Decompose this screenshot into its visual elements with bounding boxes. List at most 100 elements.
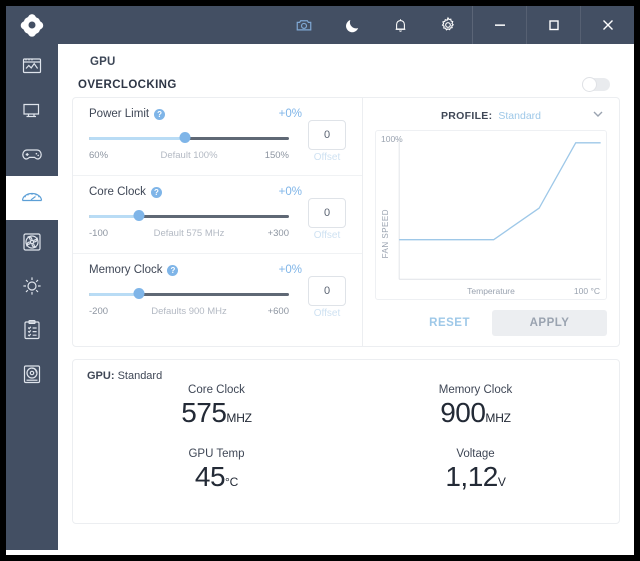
sidebar-item-fan[interactable] <box>6 220 58 264</box>
offset-input[interactable]: 0 <box>308 276 346 306</box>
slider-max-label: +300 <box>267 228 289 239</box>
offset-caption: Offset <box>313 152 341 163</box>
slider-header: Power Limit ? +0% <box>89 108 346 120</box>
stats-header: GPU: Standard <box>87 370 605 382</box>
slider-thumb[interactable] <box>179 132 191 143</box>
slider-default-label: Defaults 900 MHz <box>151 306 227 317</box>
stat-core-clock: Core Clock 575MHZ <box>87 384 346 448</box>
slider-thumb[interactable] <box>133 288 145 299</box>
slider-max-label: +600 <box>267 306 289 317</box>
chart-y-axis-label: FAN SPEED <box>381 209 390 259</box>
stats-grid: Core Clock 575MHZ Memory Clock 900MHZ GP… <box>87 384 605 512</box>
window-controls <box>473 6 634 44</box>
slider-label: Core Clock <box>89 186 146 198</box>
overclocking-toggle[interactable] <box>582 76 610 92</box>
title-bar <box>6 6 634 44</box>
sidebar-item-dashboard[interactable] <box>6 44 58 88</box>
fan-curve-svg <box>398 138 601 280</box>
stat-number: 900 <box>440 397 486 428</box>
slider-row-power-limit: Power Limit ? +0% 60% Default 100% 150% <box>73 98 362 176</box>
sliders-column: Power Limit ? +0% 60% Default 100% 150% <box>73 98 363 346</box>
slider-thumb[interactable] <box>133 210 145 221</box>
stat-value: 575MHZ <box>87 397 346 429</box>
slider-default-label: Default 100% <box>160 150 218 161</box>
apply-button[interactable]: APPLY <box>492 310 607 336</box>
slider-header: Core Clock ? +0% <box>89 186 346 198</box>
help-icon[interactable]: ? <box>150 186 162 198</box>
stat-number: 575 <box>181 397 227 428</box>
report-chart-icon <box>22 58 42 74</box>
stat-unit: MHZ <box>226 411 252 425</box>
slider-label: Memory Clock <box>89 264 163 276</box>
slider-header: Memory Clock ? +0% <box>89 264 346 276</box>
monitor-icon <box>23 103 40 118</box>
screenshot-camera-icon[interactable] <box>280 6 328 44</box>
chart-x-axis-label: Temperature <box>467 286 515 296</box>
stat-unit: °C <box>225 475 239 489</box>
speedometer-icon <box>21 192 43 202</box>
stat-label: Memory Clock <box>438 384 513 396</box>
stat-unit: MHZ <box>485 411 511 425</box>
chevron-down-icon[interactable] <box>591 107 605 126</box>
close-button[interactable] <box>581 6 634 44</box>
offset-input[interactable]: 0 <box>308 198 346 228</box>
sidebar-item-system[interactable] <box>6 88 58 132</box>
offset-input[interactable]: 0 <box>308 120 346 150</box>
help-icon[interactable]: ? <box>167 264 179 276</box>
slider-max-label: 150% <box>264 150 289 161</box>
slider-track-fill <box>89 215 139 218</box>
slider-min-label: -100 <box>89 228 109 239</box>
stat-value: 900MHZ <box>346 397 605 429</box>
notifications-bell-icon[interactable] <box>376 6 424 44</box>
gpu-label: GPU <box>90 56 116 68</box>
stat-label: Core Clock <box>188 384 245 396</box>
sidebar-item-lighting[interactable] <box>6 264 58 308</box>
slider-scale: -200 Defaults 900 MHz +600 <box>89 306 289 319</box>
application-window: GPU OVERCLOCKING Power Limit ? +0% 60% D… <box>6 6 634 555</box>
profile-label: PROFILE: <box>440 110 493 122</box>
stat-voltage: Voltage 1,12V <box>346 448 605 512</box>
minimize-button[interactable] <box>473 6 526 44</box>
slider-track-fill <box>89 137 185 140</box>
chart-y-tick-label: 100% <box>381 134 403 144</box>
stats-header-value: Standard <box>117 370 163 382</box>
stat-number: 45 <box>194 461 226 492</box>
section-title: OVERCLOCKING <box>78 78 177 91</box>
night-mode-moon-icon[interactable] <box>328 6 376 44</box>
reset-button[interactable]: RESET <box>419 311 480 335</box>
slider-min-label: 60% <box>89 150 109 161</box>
chart-x-tick-label: 100 °C <box>573 286 600 296</box>
clipboard-checklist-icon <box>24 319 40 340</box>
fan-profile-column: PROFILE: Standard 100% FAN SPEED Tempera… <box>363 98 619 346</box>
slider-percent: +0% <box>278 108 302 120</box>
overclocking-panel: Power Limit ? +0% 60% Default 100% 150% <box>72 97 620 347</box>
sidebar <box>6 44 58 550</box>
profile-selector[interactable]: PROFILE: Standard <box>375 106 607 126</box>
slider-track-wrap[interactable] <box>89 132 289 146</box>
toggle-knob <box>582 76 597 92</box>
slider-track-wrap[interactable] <box>89 210 289 224</box>
maximize-button[interactable] <box>527 6 580 44</box>
brightness-sun-icon <box>23 277 41 295</box>
help-icon[interactable]: ? <box>154 108 166 120</box>
settings-gear-icon[interactable] <box>424 6 472 44</box>
app-logo <box>6 6 58 44</box>
titlebar-icon-group <box>280 6 472 44</box>
sidebar-item-tasks[interactable] <box>6 308 58 352</box>
stat-memory-clock: Memory Clock 900MHZ <box>346 384 605 448</box>
sidebar-item-games[interactable] <box>6 132 58 176</box>
chart-action-buttons: RESET APPLY <box>375 306 607 346</box>
stat-label: GPU Temp <box>188 448 245 460</box>
slider-row-memory-clock: Memory Clock ? +0% -200 Defaults 900 MHz… <box>73 254 362 332</box>
offset-caption: Offset <box>313 230 341 241</box>
fan-icon <box>23 233 41 251</box>
disc-drive-icon <box>23 365 41 384</box>
stat-value: 45°C <box>87 461 346 493</box>
fan-curve-chart[interactable]: 100% FAN SPEED Temperature 100 °C <box>375 130 607 300</box>
stat-unit: V <box>497 475 506 489</box>
slider-scale: -100 Default 575 MHz +300 <box>89 228 289 241</box>
slider-track-wrap[interactable] <box>89 288 289 302</box>
sidebar-item-overclocking[interactable] <box>6 176 58 220</box>
stat-label: Voltage <box>456 448 495 460</box>
sidebar-item-media[interactable] <box>6 352 58 396</box>
